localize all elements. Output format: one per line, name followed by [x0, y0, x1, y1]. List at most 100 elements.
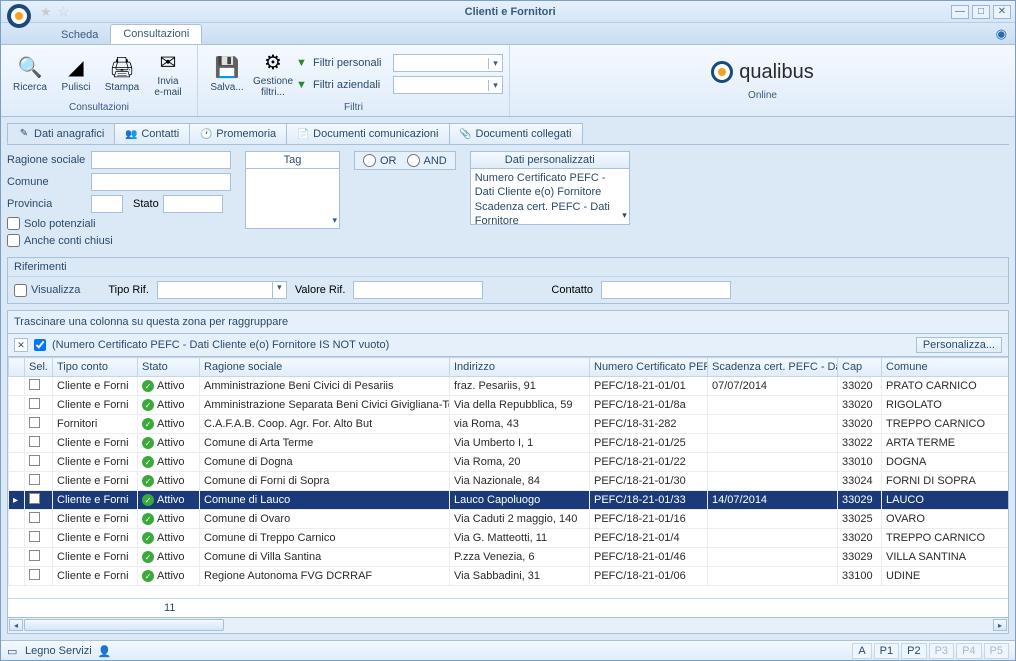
contatto-input[interactable] [601, 281, 731, 299]
row-checkbox[interactable] [29, 417, 40, 428]
solo-potenziali-checkbox[interactable]: Solo potenziali [7, 217, 231, 230]
table-row[interactable]: Cliente e Forni✓AttivoComune di Villa Sa… [9, 548, 1010, 567]
table-row[interactable]: Cliente e Forni✓AttivoComune di Forni di… [9, 472, 1010, 491]
row-checkbox[interactable] [29, 531, 40, 542]
table-row[interactable]: Cliente e Forni✓AttivoAmministrazione Be… [9, 377, 1010, 396]
table-row[interactable]: Cliente e Forni✓AttivoComune di Arta Ter… [9, 434, 1010, 453]
attach-icon: 📎 [460, 128, 472, 140]
clear-filter-button[interactable]: ✕ [14, 338, 28, 352]
scroll-right-button[interactable]: ▸ [993, 619, 1007, 631]
tag-listbox[interactable]: Tag ▾ [245, 151, 340, 229]
col-sel[interactable]: Sel. [25, 358, 53, 377]
ricerca-button[interactable]: 🔍Ricerca [7, 47, 53, 101]
col-scadenza[interactable]: Scadenza cert. PEFC - Dati For [708, 358, 838, 377]
data-grid: Sel. Tipo conto Stato Ragione sociale In… [7, 357, 1009, 618]
filter-enabled-checkbox[interactable] [34, 339, 46, 351]
tipo-rif-combo[interactable]: ▾ [157, 281, 287, 299]
tab-consultazioni[interactable]: Consultazioni [110, 24, 202, 44]
stato-input[interactable] [163, 195, 223, 213]
minimize-button[interactable]: — [951, 5, 969, 19]
star-icon[interactable]: ★ [40, 4, 52, 20]
qualibus-panel: qualibus Online [510, 45, 1015, 116]
row-checkbox[interactable] [29, 455, 40, 466]
ragione-sociale-input[interactable] [91, 151, 231, 169]
pulisci-button[interactable]: ◢Pulisci [53, 47, 99, 101]
cell-indirizzo: Via Caduti 2 maggio, 140 [450, 510, 590, 529]
col-indirizzo[interactable]: Indirizzo [450, 358, 590, 377]
row-checkbox[interactable] [29, 474, 40, 485]
invia-email-button[interactable]: ✉Invia e-mail [145, 47, 191, 101]
table-row[interactable]: Cliente e Forni✓AttivoComune di OvaroVia… [9, 510, 1010, 529]
gestione-filtri-button[interactable]: ⚙Gestione filtri... [250, 47, 296, 101]
row-checkbox[interactable] [29, 493, 40, 504]
comune-input[interactable] [91, 173, 231, 191]
col-indicator[interactable] [9, 358, 25, 377]
page-button-P4[interactable]: P4 [956, 643, 981, 659]
cell-stato: ✓Attivo [142, 475, 195, 487]
row-checkbox[interactable] [29, 569, 40, 580]
scroll-left-button[interactable]: ◂ [9, 619, 23, 631]
window-title: Clienti e Fornitori [72, 6, 948, 18]
col-stato[interactable]: Stato [138, 358, 200, 377]
table-row[interactable]: Cliente e Forni✓AttivoComune di Treppo C… [9, 529, 1010, 548]
subtab-contatti[interactable]: 👥Contatti [114, 123, 190, 144]
table-row[interactable]: Cliente e Forni✓AttivoComune di LaucoLau… [9, 491, 1010, 510]
row-checkbox[interactable] [29, 550, 40, 561]
subtab-dati-anagrafici[interactable]: ✎Dati anagrafici [7, 123, 115, 144]
salva-button[interactable]: 💾Salva... [204, 47, 250, 101]
col-tipo[interactable]: Tipo conto [53, 358, 138, 377]
funnel-icon: ▼ [296, 57, 310, 69]
table-row[interactable]: Cliente e Forni✓AttivoAmministrazione Se… [9, 396, 1010, 415]
table-row[interactable]: Fornitori✓AttivoC.A.F.A.B. Coop. Agr. Fo… [9, 415, 1010, 434]
visualizza-checkbox[interactable]: Visualizza [14, 284, 80, 297]
row-indicator-icon [13, 455, 24, 466]
scroll-thumb[interactable] [24, 619, 224, 631]
cell-scadenza [708, 415, 838, 434]
horizontal-scrollbar[interactable]: ◂ ▸ [7, 618, 1009, 634]
cell-indirizzo: Via Roma, 20 [450, 453, 590, 472]
dati-personalizzati-box[interactable]: Dati personalizzati Numero Certificato P… [470, 151, 630, 225]
table-row[interactable]: Cliente e Forni✓AttivoComune di DognaVia… [9, 453, 1010, 472]
page-button-A[interactable]: A [852, 643, 871, 659]
page-button-P2[interactable]: P2 [901, 643, 926, 659]
anche-conti-chiusi-checkbox[interactable]: Anche conti chiusi [7, 234, 231, 247]
stampa-button[interactable]: 🖨Stampa [99, 47, 145, 101]
filtri-aziendali-combo[interactable]: ▾ [393, 76, 503, 94]
close-button[interactable]: ✕ [993, 5, 1011, 19]
valore-rif-input[interactable] [353, 281, 483, 299]
provincia-input[interactable] [91, 195, 123, 213]
cell-cert: PEFC/18-21-01/01 [590, 377, 708, 396]
and-radio[interactable]: AND [407, 154, 447, 167]
row-checkbox[interactable] [29, 379, 40, 390]
group-filtri-label: Filtri [204, 101, 503, 114]
col-cap[interactable]: Cap [838, 358, 882, 377]
col-ragione[interactable]: Ragione sociale [200, 358, 450, 377]
cell-ragione: Comune di Forni di Sopra [200, 472, 450, 491]
or-radio[interactable]: OR [363, 154, 397, 167]
row-checkbox[interactable] [29, 512, 40, 523]
col-cert[interactable]: Numero Certificato PEFC - D ▲ [590, 358, 708, 377]
row-checkbox[interactable] [29, 398, 40, 409]
cell-scadenza [708, 453, 838, 472]
row-indicator-icon [13, 417, 24, 428]
subtab-documenti-comunicazioni[interactable]: 📄Documenti comunicazioni [286, 123, 449, 144]
user-icon: 👤 [98, 645, 110, 657]
page-button-P1[interactable]: P1 [874, 643, 899, 659]
page-button-P3[interactable]: P3 [929, 643, 954, 659]
row-indicator-icon [13, 569, 24, 580]
col-comune[interactable]: Comune [882, 358, 1010, 377]
help-icon[interactable]: ◉ [994, 24, 1009, 44]
subtab-promemoria[interactable]: 🕐Promemoria [189, 123, 287, 144]
subtab-documenti-collegati[interactable]: 📎Documenti collegati [449, 123, 583, 144]
maximize-button[interactable]: □ [972, 5, 990, 19]
personalizza-button[interactable]: Personalizza... [916, 337, 1002, 353]
tab-scheda[interactable]: Scheda [49, 26, 110, 44]
table-row[interactable]: Cliente e Forni✓AttivoRegione Autonoma F… [9, 567, 1010, 586]
group-by-bar[interactable]: Trascinare una colonna su questa zona pe… [7, 310, 1009, 334]
filtri-personali-combo[interactable]: ▾ [393, 54, 503, 72]
cell-ragione: Comune di Treppo Carnico [200, 529, 450, 548]
page-button-P5[interactable]: P5 [984, 643, 1009, 659]
or-and-radiogroup: OR AND [354, 151, 456, 170]
star-outline-icon[interactable]: ☆ [58, 4, 70, 20]
row-checkbox[interactable] [29, 436, 40, 447]
